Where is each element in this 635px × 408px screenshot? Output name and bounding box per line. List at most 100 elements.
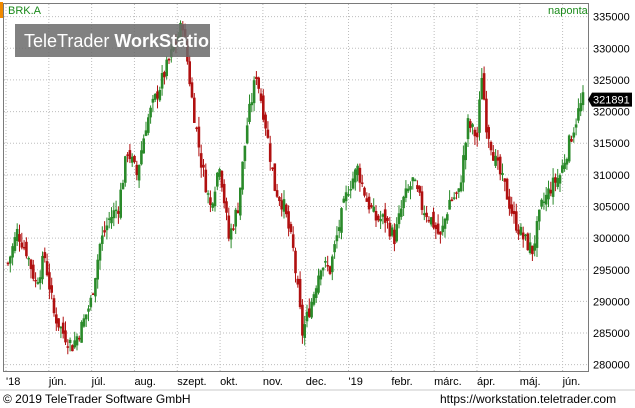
candle-body [234,209,237,227]
candle-body [80,321,83,343]
candle-body [117,211,120,214]
candle-body [199,153,203,168]
candle-body [248,103,251,122]
candle-body [409,186,412,190]
candle-body [202,164,205,168]
x-tick-label: júl. [91,376,106,388]
candle-body [57,318,60,328]
candle-body [11,246,14,258]
candle-body [105,225,109,231]
candle-body [464,142,467,161]
candle-body [367,196,371,210]
watermark-bold: WorkStation [114,31,220,51]
candle-body [84,314,88,320]
candle-body [197,126,201,148]
candle-body [494,155,497,166]
candle-body [305,311,309,322]
candle-body [540,199,543,207]
candle-body [66,346,70,348]
candle-body [18,234,21,242]
candle-body [542,201,546,204]
candle-body [121,182,125,190]
candle-body [556,177,559,187]
candle-body [163,72,166,78]
candle-body [374,211,378,221]
candle-body [252,80,256,104]
candle-body [268,143,272,162]
y-axis: 280000 285000 290000 295000 300000 305000 3100… [593,12,630,372]
candle-body [218,169,221,177]
candle-body [565,159,569,165]
candle-body [278,197,281,202]
candle-body [165,59,168,77]
candle-body [450,199,454,201]
candle-body [406,188,410,192]
candle-body [475,132,479,138]
candle-body [220,171,224,188]
candle-body [469,121,472,129]
x-tick-label: okt. [220,376,238,388]
x-tick-label: jún. [48,376,67,388]
candle-body [455,192,458,194]
y-tick-label: 325000 [593,75,630,87]
candle-body [29,259,33,270]
candle-body [393,229,396,245]
candle-body [128,150,132,160]
candle-body [443,218,447,229]
candle-body [45,261,49,276]
candle-body [20,242,24,248]
candle-body [563,162,566,170]
candle-body [337,227,341,232]
y-tick-label: 310000 [593,170,630,182]
candle-body [416,185,419,190]
candle-body [55,314,58,324]
candle-body [358,167,362,183]
candle-body [547,188,550,200]
candle-body [326,265,329,267]
candle-body [310,301,313,318]
candle-body [360,182,364,185]
candle-body [457,188,461,192]
candle-body [549,189,553,194]
candle-body [96,259,99,280]
candle-body [135,164,139,176]
candle-body [193,97,196,123]
candle-body [379,218,382,222]
candle-body [363,187,366,196]
candle-body [52,298,56,314]
candle-body [526,233,530,251]
y-tick-label: 295000 [593,265,630,277]
candle-body [508,196,511,209]
candle-body [89,297,93,307]
candle-body [124,156,127,183]
candle-body [478,99,481,133]
candle-body [381,214,385,217]
candle-body [227,215,231,239]
candle-body [466,118,470,140]
y-tick-label: 335000 [593,12,630,24]
candle-body [377,215,380,221]
candle-body [372,206,375,212]
candle-body [482,73,486,100]
footer-copyright: © 2019 TeleTrader Software GmbH [3,392,191,406]
candle-body [298,278,302,308]
candle-body [521,232,525,240]
candle-body [462,155,465,183]
candle-body [112,210,116,219]
y-tick-label: 305000 [593,201,630,213]
footer-url[interactable]: https://workstation.teletrader.com [440,392,616,406]
candle-body [342,198,346,203]
candle-body [577,108,580,121]
candle-body [222,183,226,204]
candle-body [554,177,557,183]
candle-body [517,229,520,235]
candle-body [68,339,72,343]
candle-body [13,237,17,251]
candle-body [448,199,451,210]
candle-body [41,255,44,280]
candle-body [133,155,136,163]
candle-body [209,197,212,205]
candle-body [153,93,157,100]
candle-body [561,165,564,173]
candle-body [512,210,516,215]
